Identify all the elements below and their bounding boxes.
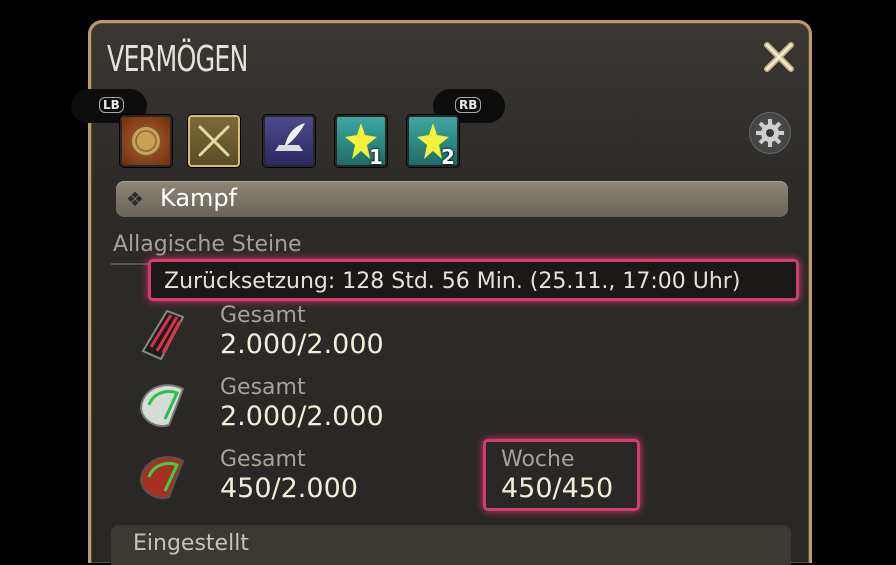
tab-badge: 2 <box>441 145 455 169</box>
week-value: 450/450 <box>501 473 614 504</box>
tab-star-2[interactable]: 2 <box>407 115 459 169</box>
category-diamond-icon: ❖ <box>126 187 144 211</box>
weekly-cap-box: Woche 450/450 <box>483 439 640 511</box>
window-title: VERMÖGEN <box>107 39 248 80</box>
total-label: Gesamt <box>220 447 306 472</box>
tab-badge: 1 <box>369 145 383 169</box>
tab-star-1[interactable]: 1 <box>335 115 387 169</box>
rb-label: RB <box>455 97 482 113</box>
section-title: Allagische Steine <box>113 232 302 257</box>
reset-timer: Zurücksetzung: 128 Std. 56 Min. (25.11.,… <box>148 259 799 301</box>
red-stone-icon <box>141 309 185 361</box>
tab-gil[interactable] <box>120 115 172 167</box>
gil-coin-icon <box>130 125 162 157</box>
reset-timer-text: Zurücksetzung: 128 Std. 56 Min. (25.11.,… <box>164 269 741 294</box>
close-icon[interactable] <box>759 37 799 77</box>
category-header[interactable]: ❖ Kampf <box>116 181 788 217</box>
category-label: Kampf <box>160 184 238 212</box>
crossed-swords-icon <box>198 125 230 157</box>
gear-icon <box>756 119 784 147</box>
green-stone-icon <box>139 384 185 427</box>
lb-label: LB <box>99 97 124 113</box>
total-value: 2.000/2.000 <box>220 401 384 432</box>
total-value: 450/2.000 <box>220 473 358 504</box>
currency-window: VERMÖGEN LB RB 1 2 ❖ Kampf Allagische St… <box>71 20 812 565</box>
tab-combat[interactable] <box>188 115 240 167</box>
next-section-header[interactable]: Eingestellt <box>111 525 791 565</box>
anvil-feather-icon <box>275 123 305 151</box>
total-label: Gesamt <box>220 375 306 400</box>
total-label: Gesamt <box>220 303 306 328</box>
settings-button[interactable] <box>749 112 791 154</box>
tab-crafting[interactable] <box>263 115 315 167</box>
red-green-stone-icon <box>139 456 185 499</box>
week-label: Woche <box>501 447 575 472</box>
total-value: 2.000/2.000 <box>220 329 384 360</box>
